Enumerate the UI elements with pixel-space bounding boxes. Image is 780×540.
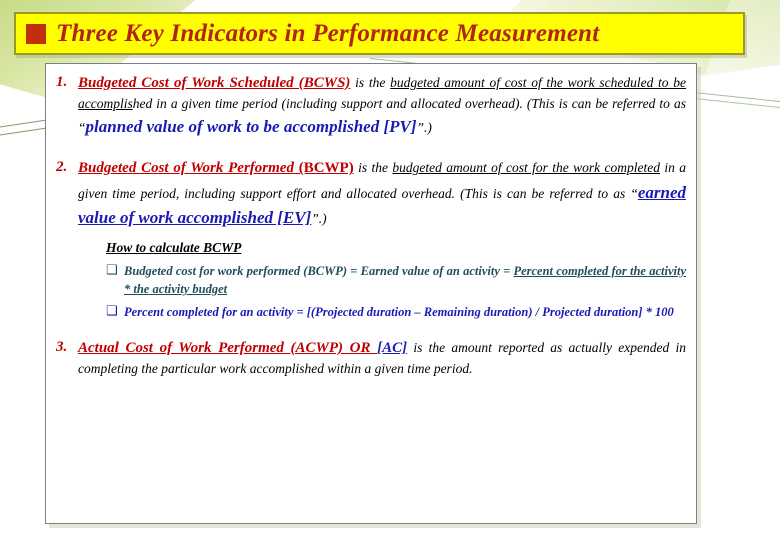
term-bcwp: Budgeted Cost of Work Performed [78, 160, 294, 177]
term-ac: [AC] [377, 339, 408, 356]
item-paragraph-1: Budgeted Cost of Work Scheduled (BCWS) i… [78, 72, 686, 139]
term-acwp: Actual Cost of Work Performed (ACWP) OR [78, 339, 378, 356]
item-paragraph-2: Budgeted Cost of Work Performed (BCWP) i… [78, 157, 686, 230]
subsection-how-to-calculate: How to calculate BCWP ❑ Budgeted cost fo… [106, 240, 686, 322]
item-number-1: 1. [56, 74, 68, 90]
item1-quote-close: ”.) [416, 120, 432, 136]
slide-title-banner: Three Key Indicators in Performance Meas… [14, 12, 745, 55]
item1-text-b: hed in a given time period (including su… [132, 96, 686, 112]
list-item: ❑ Percent completed for an activity = [(… [106, 303, 686, 322]
item-paragraph-3: Actual Cost of Work Performed (ACWP) OR … [78, 337, 686, 379]
item-body-2: Budgeted Cost of Work Performed (BCWP) i… [78, 157, 686, 327]
item2-underlined-a: budgeted amount of cost for the work com… [392, 160, 660, 176]
item2-quote-close: ”.) [311, 210, 327, 226]
item-number-2: 2. [56, 159, 68, 176]
list-item-acwp: 3. Actual Cost of Work Performed (ACWP) … [52, 337, 686, 379]
term-bcws: Budgeted Cost of Work Scheduled (BCWS) [78, 75, 351, 91]
red-square-bullet-icon [26, 23, 46, 44]
item1-quote-open: “ [78, 120, 86, 136]
hollow-square-bullet-icon: ❑ [106, 262, 118, 278]
bullet1-lead: Budgeted cost for work performed (BCWP) … [124, 263, 514, 278]
subsection-title: How to calculate BCWP [106, 239, 242, 255]
item1-text-a: is the [350, 75, 391, 90]
list-item-bcwp: 2. Budgeted Cost of Work Performed (BCWP… [52, 157, 686, 327]
hollow-square-bullet-icon: ❑ [106, 304, 118, 320]
item-body-1: Budgeted Cost of Work Scheduled (BCWS) i… [78, 72, 686, 139]
bullet-text-1: Budgeted cost for work performed (BCWP) … [124, 262, 686, 298]
bullet-text-2: Percent completed for an activity = [(Pr… [124, 305, 674, 320]
term-bcwp-abbrev: (BCWP) [293, 160, 354, 177]
item-body-3: Actual Cost of Work Performed (ACWP) OR … [78, 337, 686, 379]
page-title: Three Key Indicators in Performance Meas… [56, 19, 600, 47]
item-number-3: 3. [56, 338, 68, 355]
list-item-bcws: 1. Budgeted Cost of Work Scheduled (BCWS… [52, 72, 686, 139]
item2-quote-open: “ [630, 185, 638, 201]
item2-text-a: is the [353, 160, 393, 176]
emphasis-planned-value: planned value of work to be accomplished… [85, 117, 417, 137]
content-panel: 1. Budgeted Cost of Work Scheduled (BCWS… [45, 63, 697, 524]
list-item: ❑ Budgeted cost for work performed (BCWP… [106, 262, 686, 298]
